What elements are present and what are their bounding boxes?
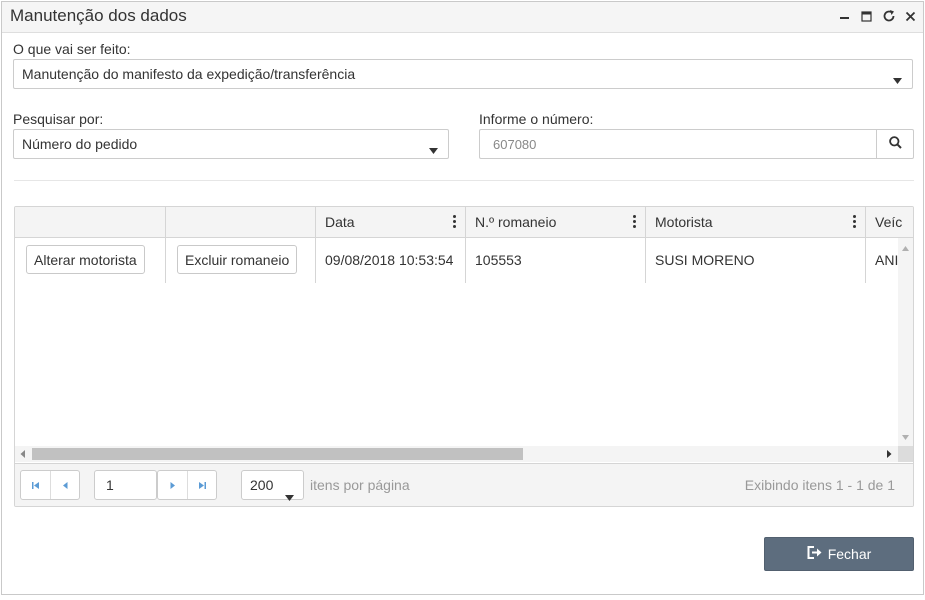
search-by-label: Pesquisar por: [13, 111, 104, 127]
first-page-button[interactable] [21, 471, 50, 499]
column-header-action2 [166, 207, 316, 237]
column-menu-icon[interactable] [853, 215, 857, 229]
search-by-select[interactable]: Número do pedido [13, 129, 449, 159]
action-label: O que vai ser feito: [13, 41, 131, 57]
close-button[interactable]: Fechar [764, 537, 914, 571]
section-divider [14, 180, 914, 181]
horizontal-scrollbar[interactable] [15, 446, 898, 462]
refresh-icon[interactable] [880, 7, 897, 25]
prev-page-button[interactable] [50, 471, 79, 499]
pager-nav-end [157, 470, 217, 500]
search-by-value: Número do pedido [22, 136, 138, 152]
grid-header: Data N.º romaneio Motorista Veíc [15, 207, 913, 238]
action-select[interactable]: Manutenção do manifesto da expedição/tra… [13, 59, 913, 89]
window-controls [836, 7, 919, 25]
dialog-title: Manutenção dos dados [10, 6, 187, 25]
search-icon [888, 136, 902, 152]
number-input[interactable] [479, 129, 876, 159]
pager-nav-start [20, 470, 80, 500]
driver-cell: SUSI MORENO [646, 238, 866, 283]
close-button-label: Fechar [827, 546, 872, 562]
column-menu-icon[interactable] [453, 215, 457, 229]
page-number-input[interactable] [94, 470, 157, 500]
date-cell: 09/08/2018 10:53:54 [316, 238, 466, 283]
last-page-icon [198, 481, 206, 489]
grid-body: Alterar motorista Excluir romaneio 09/08… [15, 238, 898, 446]
next-page-button[interactable] [158, 471, 187, 499]
column-header-driver-label: Motorista [655, 214, 713, 230]
search-button[interactable] [876, 129, 914, 159]
column-header-driver[interactable]: Motorista [646, 207, 866, 237]
chevron-down-icon [893, 71, 902, 87]
chevron-down-icon [429, 141, 438, 157]
close-icon[interactable] [902, 7, 919, 25]
column-header-vehicle-label: Veíc [875, 214, 903, 230]
title-bar: Manutenção dos dados [2, 2, 923, 33]
minimize-icon[interactable] [836, 7, 853, 25]
number-label: Informe o número: [479, 111, 594, 127]
change-driver-button[interactable]: Alterar motorista [26, 245, 145, 274]
pager: 200 itens por página Exibindo itens 1 - … [15, 463, 913, 506]
column-header-romaneio-label: N.º romaneio [475, 214, 557, 230]
column-menu-icon[interactable] [633, 215, 637, 229]
column-header-romaneio[interactable]: N.º romaneio [466, 207, 646, 237]
column-header-date-label: Data [325, 214, 355, 230]
results-grid: Data N.º romaneio Motorista Veíc Alterar… [14, 206, 914, 507]
pager-info: Exibindo itens 1 - 1 de 1 [744, 477, 895, 493]
exit-icon [807, 546, 822, 562]
page-size-value: 200 [250, 477, 274, 493]
dialog-window: Manutenção dos dados O que vai ser feito… [1, 1, 924, 595]
column-header-vehicle[interactable]: Veíc [866, 207, 913, 237]
prev-page-icon [62, 481, 67, 489]
column-header-action1 [15, 207, 166, 237]
romaneio-cell: 105553 [466, 238, 646, 283]
scrollbar-corner [898, 446, 913, 462]
maximize-icon[interactable] [858, 7, 875, 25]
items-per-page-label: itens por página [310, 477, 410, 493]
action-select-value: Manutenção do manifesto da expedição/tra… [22, 66, 356, 82]
next-page-icon [170, 481, 175, 489]
scrollbar-thumb[interactable] [32, 448, 523, 460]
action-cell: Alterar motorista [15, 238, 166, 283]
delete-romaneio-button[interactable]: Excluir romaneio [177, 245, 298, 274]
vertical-scrollbar[interactable] [898, 238, 913, 446]
page-size-select[interactable]: 200 [241, 470, 304, 501]
table-row: Alterar motorista Excluir romaneio 09/08… [15, 238, 898, 283]
vehicle-cell: ANI [875, 252, 898, 268]
last-page-button[interactable] [187, 471, 216, 499]
chevron-down-icon [285, 482, 294, 506]
action-cell: Excluir romaneio [166, 238, 316, 283]
first-page-icon [32, 481, 39, 489]
column-header-date[interactable]: Data [316, 207, 466, 237]
